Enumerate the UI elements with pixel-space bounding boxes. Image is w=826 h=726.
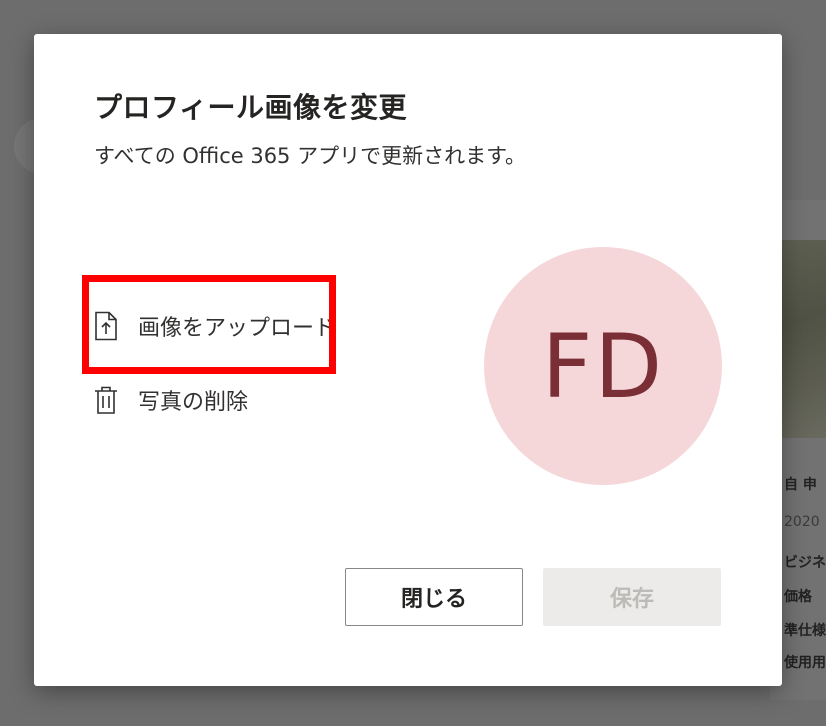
change-profile-picture-dialog: プロフィール画像を変更 すべての Office 365 アプリで更新されます。 … <box>34 34 782 686</box>
dialog-subtitle: すべての Office 365 アプリで更新されます。 <box>94 144 526 168</box>
save-button[interactable]: 保存 <box>543 568 721 626</box>
background-text: 準仕様 <box>784 623 826 639</box>
close-button[interactable]: 閉じる <box>345 568 523 626</box>
trash-icon <box>94 385 122 415</box>
delete-photo-button[interactable]: 写真の削除 <box>94 384 248 416</box>
background-text: 自 申 <box>784 477 817 493</box>
background-photo <box>778 240 826 438</box>
background-text: ビジネ <box>784 555 826 571</box>
dialog-title: プロフィール画像を変更 <box>94 91 407 124</box>
upload-file-icon <box>94 311 122 341</box>
background-text: 価格 <box>784 589 812 605</box>
background-text: 使用用 <box>784 655 826 671</box>
background-text: 2020 <box>784 514 820 530</box>
avatar-initials: FD <box>541 314 665 418</box>
avatar: FD <box>484 247 722 485</box>
upload-image-label: 画像をアップロード <box>138 316 337 341</box>
upload-image-button[interactable]: 画像をアップロード <box>94 310 336 342</box>
delete-photo-label: 写真の削除 <box>138 390 249 415</box>
